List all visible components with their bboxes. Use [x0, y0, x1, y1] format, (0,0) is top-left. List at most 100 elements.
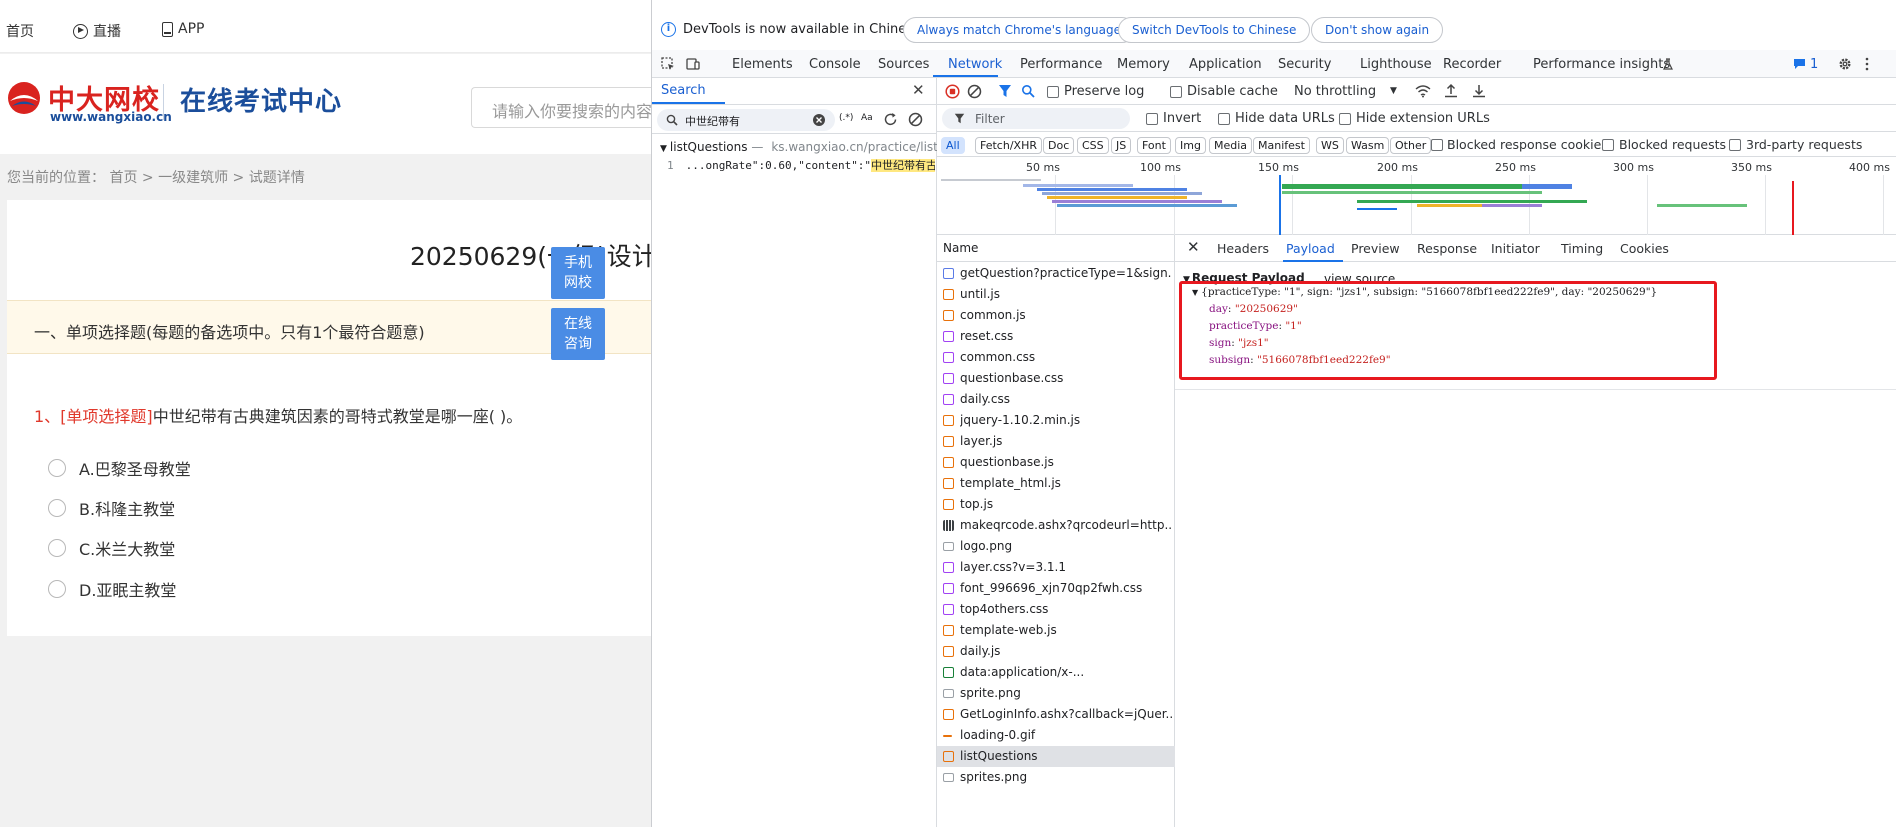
settings-gear-icon[interactable]	[1838, 57, 1852, 71]
option-d[interactable]: D.亚眠主教堂	[48, 577, 176, 601]
request-row[interactable]: getQuestion?practiceType=1&sign...	[937, 263, 1175, 284]
type-filter-wasm[interactable]: Wasm	[1346, 137, 1390, 154]
detail-tab-preview[interactable]: Preview	[1351, 241, 1400, 256]
hide-extension-urls-checkbox[interactable]	[1339, 113, 1351, 125]
type-filter-img[interactable]: Img	[1175, 137, 1206, 154]
clear-log-icon[interactable]	[967, 84, 982, 99]
issues-count[interactable]: 1	[1810, 57, 1818, 72]
option-a-radio[interactable]	[48, 459, 66, 477]
search-result-file[interactable]: ▼ listQuestions — ks.wangxiao.cn/practice/…	[660, 140, 949, 154]
dont-show-again-button[interactable]: Don't show again	[1311, 17, 1444, 43]
payload-summary[interactable]: ▼ {practiceType: "1", sign: "jzs1", subsi…	[1192, 286, 1657, 298]
request-row[interactable]: reset.css	[937, 326, 1175, 347]
tab-recorder[interactable]: Recorder	[1443, 57, 1501, 72]
option-d-radio[interactable]	[48, 580, 66, 598]
detail-tab-initiator[interactable]: Initiator	[1491, 241, 1540, 256]
request-row[interactable]: common.css	[937, 347, 1175, 368]
match-case-toggle[interactable]: Aa	[861, 113, 873, 123]
request-row[interactable]: layer.js	[937, 431, 1175, 452]
type-filter-other[interactable]: Other	[1390, 137, 1432, 154]
option-b-radio[interactable]	[48, 499, 66, 517]
request-row[interactable]: common.js	[937, 305, 1175, 326]
inspect-element-icon[interactable]	[661, 57, 675, 71]
search-result-line[interactable]: 1 ...ongRate":0.60,"content":"中世纪带有古典...	[667, 157, 935, 173]
detail-tab-headers[interactable]: Headers	[1217, 241, 1269, 256]
detail-tab-timing[interactable]: Timing	[1561, 241, 1603, 256]
option-a[interactable]: A.巴黎圣母教堂	[48, 456, 191, 480]
request-row[interactable]: daily.js	[937, 641, 1175, 662]
tab-console[interactable]: Console	[809, 57, 861, 72]
request-row[interactable]: sprites.png	[937, 767, 1175, 788]
option-c[interactable]: C.米兰大教堂	[48, 536, 175, 560]
tab-elements[interactable]: Elements	[732, 57, 793, 72]
site-search-input[interactable]: 请输入你要搜索的内容	[471, 87, 651, 128]
tab-performance[interactable]: Performance	[1020, 57, 1102, 72]
clear-results-icon[interactable]	[908, 112, 923, 127]
type-filter-fetch-xhr[interactable]: Fetch/XHR	[975, 137, 1042, 154]
detail-tab-response[interactable]: Response	[1417, 241, 1477, 256]
request-row[interactable]: loading-0.gif	[937, 725, 1175, 746]
issues-icon[interactable]	[1793, 58, 1806, 70]
nav-home-link[interactable]: 首页	[6, 21, 34, 41]
option-c-radio[interactable]	[48, 539, 66, 557]
regex-toggle[interactable]: (.*)	[839, 113, 853, 123]
filter-funnel-icon[interactable]	[998, 84, 1012, 98]
type-filter-ws[interactable]: WS	[1316, 137, 1344, 154]
detail-tab-cookies[interactable]: Cookies	[1620, 241, 1669, 256]
request-row[interactable]: listQuestions	[937, 746, 1175, 767]
preserve-log-checkbox[interactable]	[1047, 86, 1059, 98]
device-toolbar-icon[interactable]	[686, 57, 700, 71]
request-row[interactable]: questionbase.css	[937, 368, 1175, 389]
invert-checkbox[interactable]	[1146, 113, 1158, 125]
logo-emblem-icon[interactable]	[7, 81, 41, 115]
tab-security[interactable]: Security	[1278, 57, 1331, 72]
nav-live-link[interactable]: 直播	[73, 21, 121, 41]
search-input[interactable]: 中世纪带有	[657, 109, 835, 131]
third-party-checkbox[interactable]	[1729, 139, 1741, 151]
type-filter-all[interactable]: All	[941, 137, 965, 154]
tab-performance-insights[interactable]: Performance insights	[1533, 57, 1670, 72]
search-tab[interactable]: Search	[661, 83, 706, 98]
close-icon[interactable]: ✕	[912, 81, 925, 99]
request-row[interactable]: until.js	[937, 284, 1175, 305]
expand-triangle-icon[interactable]: ▼	[660, 144, 667, 154]
tab-lighthouse[interactable]: Lighthouse	[1360, 57, 1432, 72]
nav-app-link[interactable]: APP	[162, 21, 204, 37]
request-row[interactable]: template_html.js	[937, 473, 1175, 494]
online-consult-button[interactable]: 在线 咨询	[551, 308, 605, 360]
mobile-school-button[interactable]: 手机 网校	[551, 247, 605, 299]
search-network-icon[interactable]	[1021, 84, 1035, 98]
tab-network[interactable]: Network	[948, 57, 1002, 72]
match-language-button[interactable]: Always match Chrome's language	[903, 17, 1135, 43]
request-row[interactable]: logo.png	[937, 536, 1175, 557]
network-conditions-wifi-icon[interactable]	[1415, 84, 1431, 98]
request-row[interactable]: jquery-1.10.2.min.js	[937, 410, 1175, 431]
refresh-icon[interactable]	[883, 112, 898, 127]
request-row[interactable]: makeqrcode.ashx?qrcodeurl=http...	[937, 515, 1175, 536]
blocked-requests-checkbox[interactable]	[1602, 139, 1614, 151]
request-row[interactable]: daily.css	[937, 389, 1175, 410]
clear-search-icon[interactable]	[813, 114, 825, 126]
request-row[interactable]: questionbase.js	[937, 452, 1175, 473]
import-har-upload-icon[interactable]	[1444, 83, 1458, 98]
chevron-down-icon[interactable]: ▼	[1390, 86, 1397, 96]
request-row[interactable]: GetLoginInfo.ashx?callback=jQuer...	[937, 704, 1175, 725]
type-filter-manifest[interactable]: Manifest	[1253, 137, 1310, 154]
request-row[interactable]: data:application/x-...	[937, 662, 1175, 683]
record-stop-icon[interactable]	[945, 84, 960, 99]
tab-memory[interactable]: Memory	[1117, 57, 1170, 72]
request-row[interactable]: template-web.js	[937, 620, 1175, 641]
export-har-download-icon[interactable]	[1472, 83, 1486, 98]
request-row[interactable]: font_996696_xjn70qp2fwh.css	[937, 578, 1175, 599]
disable-cache-checkbox[interactable]	[1170, 86, 1182, 98]
filter-input[interactable]: Filter	[942, 108, 1130, 129]
request-row[interactable]: top.js	[937, 494, 1175, 515]
tab-sources[interactable]: Sources	[878, 57, 929, 72]
close-detail-icon[interactable]: ✕	[1187, 238, 1200, 256]
request-row[interactable]: top4others.css	[937, 599, 1175, 620]
type-filter-css[interactable]: CSS	[1077, 137, 1109, 154]
blocked-cookies-checkbox[interactable]	[1431, 139, 1443, 151]
throttling-select[interactable]: No throttling	[1294, 84, 1376, 99]
type-filter-media[interactable]: Media	[1209, 137, 1253, 154]
request-row[interactable]: sprite.png	[937, 683, 1175, 704]
